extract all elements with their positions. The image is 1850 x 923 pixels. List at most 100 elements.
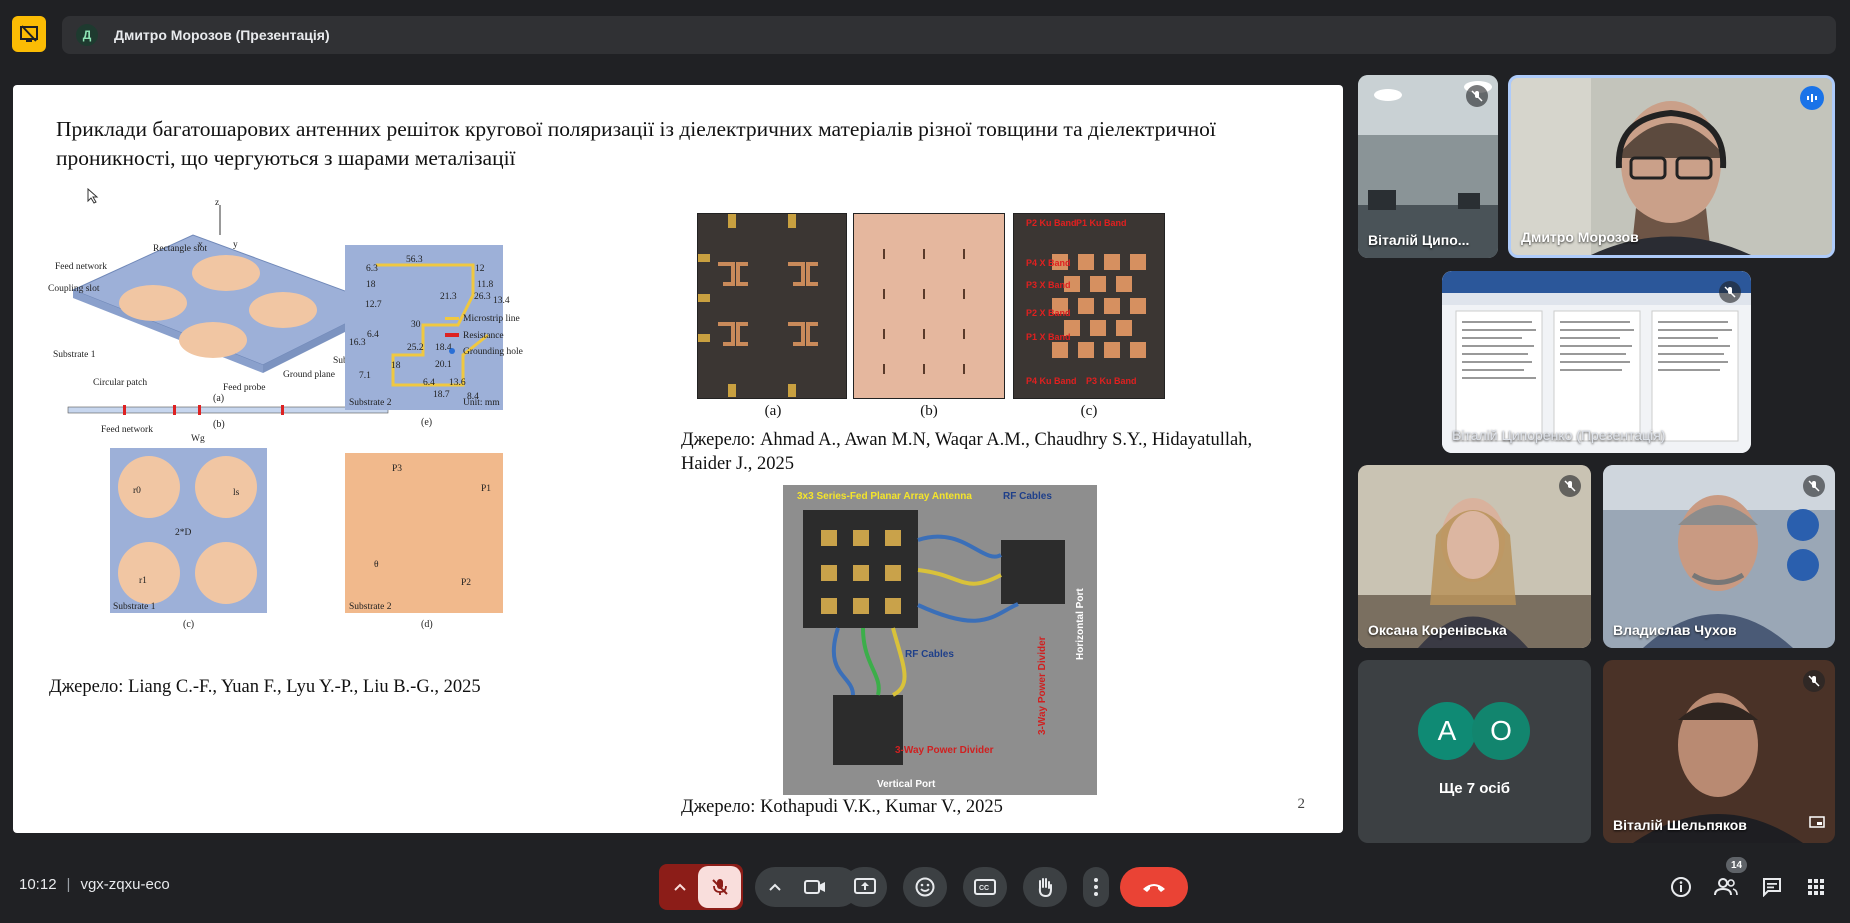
info-icon bbox=[1671, 877, 1691, 897]
fig-label: Feed network bbox=[55, 262, 107, 272]
fig-label: Feed network bbox=[101, 425, 153, 435]
axis-y-label: y bbox=[233, 240, 238, 250]
dim-label: θ bbox=[374, 560, 379, 570]
dim-label: 2*D bbox=[175, 528, 192, 538]
participant-tile[interactable]: Оксана Коренівська bbox=[1358, 465, 1591, 648]
meeting-code: vgx-zqxu-eco bbox=[80, 876, 170, 893]
legend-label: Grounding hole bbox=[463, 347, 523, 357]
present-screen-icon bbox=[854, 878, 876, 894]
participant-tile-presentation[interactable]: Віталій Ципоренко (Презентація) bbox=[1442, 271, 1751, 453]
caption-a: (a) bbox=[213, 393, 224, 404]
dim-label: 25.2 bbox=[407, 343, 424, 353]
dim-label: 6.4 bbox=[423, 378, 435, 388]
chat-button[interactable] bbox=[1759, 874, 1785, 900]
fig-label: Substrate 2 bbox=[349, 602, 392, 612]
raise-hand-icon bbox=[1038, 878, 1052, 898]
fig-label: Substrate 1 bbox=[113, 602, 156, 612]
captions-button[interactable]: CC bbox=[963, 867, 1007, 907]
dim-label: r1 bbox=[139, 576, 147, 586]
source-right-top: Джерело: Ahmad A., Awan M.N, Waqar A.M.,… bbox=[681, 430, 1253, 474]
present-stop-icon bbox=[20, 25, 38, 42]
caption-b: (b) bbox=[213, 419, 225, 430]
presentation-banner: Д Дмитро Морозов (Презентація) bbox=[62, 16, 1836, 54]
horizontal-port-label: Horizontal Port bbox=[1075, 588, 1086, 660]
fig-label: Unit: mm bbox=[463, 398, 500, 408]
axis-z-label: z bbox=[215, 198, 219, 208]
figure-liang-antenna: z x y Rectangle slot Feed network Coupli… bbox=[43, 195, 603, 755]
participant-tile[interactable]: Владислав Чухов bbox=[1603, 465, 1835, 648]
presentation-title: Дмитро Морозов (Презентація) bbox=[114, 27, 330, 43]
participant-tile[interactable]: Віталій Шельпяков bbox=[1603, 660, 1835, 843]
fig-label: Circular patch bbox=[93, 378, 147, 388]
slide-title: Приклади багатошарових антенних решіток … bbox=[56, 117, 1216, 170]
avatar: О bbox=[1472, 702, 1530, 760]
captions-icon: CC bbox=[974, 879, 996, 895]
photo-b bbox=[853, 213, 1005, 399]
participant-name: Віталій Шельпяков bbox=[1613, 817, 1747, 833]
dim-label: P2 bbox=[461, 578, 471, 588]
people-icon bbox=[1714, 878, 1738, 896]
dim-label: 18 bbox=[366, 280, 376, 290]
mic-options-button[interactable] bbox=[664, 869, 696, 905]
participant-tile-speaking[interactable]: Дмитро Морозов bbox=[1508, 75, 1835, 258]
others-count-label: Ще 7 осіб bbox=[1438, 780, 1511, 797]
dim-label: 20.1 bbox=[435, 360, 452, 370]
activities-button[interactable] bbox=[1803, 874, 1829, 900]
mic-off-icon bbox=[1564, 480, 1576, 492]
legend-label: Microstrip line bbox=[463, 314, 520, 324]
chat-icon bbox=[1763, 878, 1781, 897]
mic-toggle-button[interactable] bbox=[698, 866, 741, 908]
dim-label: 13.6 bbox=[449, 378, 466, 388]
presenting-badge[interactable] bbox=[12, 16, 46, 52]
participant-tile-others[interactable]: А О Ще 7 осіб bbox=[1358, 660, 1591, 843]
dim-label: 11.8 bbox=[477, 280, 494, 290]
photo-caption-b: (b) bbox=[920, 403, 938, 419]
chevron-up-icon bbox=[769, 883, 781, 891]
participant-name: Владислав Чухов bbox=[1613, 622, 1737, 638]
port-label: P2 Ku Band bbox=[1026, 218, 1077, 228]
participant-name: Віталій Ципоренко (Презентація) bbox=[1452, 427, 1666, 443]
camera-toggle-button[interactable] bbox=[795, 869, 835, 905]
pip-icon[interactable] bbox=[1809, 815, 1825, 833]
vertical-port-label: Vertical Port bbox=[877, 779, 936, 790]
mic-off-icon bbox=[1808, 675, 1820, 687]
meeting-info: 10:12 | vgx-zqxu-eco bbox=[19, 876, 170, 893]
end-call-button[interactable] bbox=[1120, 867, 1188, 907]
participant-tile[interactable]: Віталій Ципо... bbox=[1358, 75, 1498, 258]
dim-label: r0 bbox=[133, 486, 141, 496]
fig-label: Substrate 1 bbox=[53, 350, 96, 360]
speaking-indicator bbox=[1800, 86, 1824, 110]
source-left: Джерело: Liang C.-F., Yuan F., Lyu Y.-P.… bbox=[49, 677, 481, 697]
dim-label: 16.3 bbox=[349, 338, 366, 348]
clock: 10:12 bbox=[19, 876, 57, 893]
dim-label: 13.4 bbox=[493, 296, 510, 306]
present-button[interactable] bbox=[843, 867, 887, 907]
fig-label: Ground plane bbox=[283, 370, 335, 380]
fig-label: Rectangle slot bbox=[153, 244, 207, 254]
dim-label: 7.1 bbox=[359, 371, 371, 381]
dim-label: 21.3 bbox=[440, 292, 457, 302]
chevron-up-icon bbox=[674, 883, 686, 891]
port-label: P3 X Band bbox=[1026, 280, 1071, 290]
emoji-button[interactable] bbox=[903, 867, 947, 907]
emoji-icon bbox=[915, 877, 935, 897]
fig-label: Feed probe bbox=[223, 383, 265, 393]
camera-options-button[interactable] bbox=[760, 869, 790, 905]
array-title: 3x3 Series-Fed Planar Array Antenna bbox=[797, 491, 972, 502]
dim-label: Wg bbox=[191, 434, 205, 444]
photo-caption-a: (a) bbox=[764, 403, 782, 419]
mic-off-indicator bbox=[1803, 475, 1825, 497]
dim-label: 12 bbox=[475, 264, 485, 274]
dim-label: 56.3 bbox=[406, 255, 423, 265]
mic-off-indicator bbox=[1719, 281, 1741, 303]
raise-hand-button[interactable] bbox=[1023, 867, 1067, 907]
page-number: 2 bbox=[1297, 796, 1306, 812]
meeting-details-button[interactable] bbox=[1668, 874, 1694, 900]
mic-off-icon bbox=[1808, 480, 1820, 492]
divider-label: 3-Way Power Divider bbox=[1037, 636, 1048, 735]
participant-name: Оксана Коренівська bbox=[1368, 622, 1507, 638]
people-button[interactable] bbox=[1713, 874, 1739, 900]
shared-slide: Приклади багатошарових антенних решіток … bbox=[13, 85, 1343, 833]
mic-off-indicator bbox=[1466, 85, 1488, 107]
more-options-button[interactable] bbox=[1083, 867, 1109, 907]
